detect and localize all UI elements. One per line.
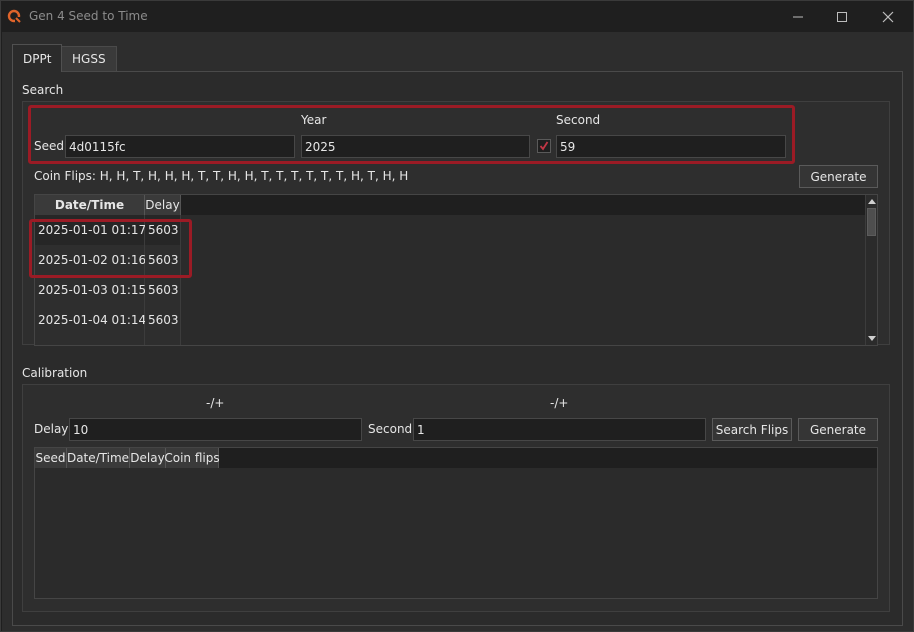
column-header-datetime[interactable]: Date/Time: [35, 195, 145, 215]
close-button[interactable]: [865, 1, 911, 32]
delay-range-label: -/+: [206, 396, 225, 410]
second-label: Second: [556, 113, 601, 127]
column-header-seed[interactable]: Seed: [35, 448, 67, 468]
cell-empty: [145, 335, 181, 345]
year-label: Year: [301, 113, 327, 127]
search-flips-button[interactable]: Search Flips: [712, 418, 792, 441]
column-header-datetime[interactable]: Date/Time: [67, 448, 130, 468]
cell-empty: [35, 335, 145, 345]
table-row[interactable]: 2025-01-03 01:15:59 5603: [35, 275, 181, 305]
minimize-button[interactable]: [775, 1, 821, 32]
seed-label: Seed: [34, 139, 64, 153]
cell-delay: 5603: [145, 245, 181, 275]
calibration-delay-label: Delay: [34, 422, 69, 436]
calibration-generate-button[interactable]: Generate: [798, 418, 878, 441]
cell-datetime: 2025-01-03 01:15:59: [35, 275, 165, 305]
calibration-second-label: Second: [368, 422, 413, 436]
window-title: Gen 4 Seed to Time: [29, 9, 148, 23]
calibration-group-title: Calibration: [22, 366, 88, 380]
search-results-table[interactable]: Date/Time Delay 2025-01-01 01:17:59 5603…: [34, 194, 878, 346]
tab-dppt-label: DPPt: [23, 51, 52, 66]
search-group-title: Search: [22, 83, 64, 97]
close-icon: [882, 11, 894, 22]
maximize-icon: [837, 11, 847, 22]
column-header-delay[interactable]: Delay: [145, 195, 181, 215]
second-input[interactable]: [556, 135, 786, 158]
tab-pane-dppt: Search Year Second Seed Coin Flips: H, H…: [12, 71, 903, 626]
tab-hgss[interactable]: HGSS: [61, 46, 117, 71]
search-table-header: Date/Time Delay: [35, 195, 867, 215]
refresh-circle-icon: [7, 9, 21, 23]
tab-hgss-label: HGSS: [72, 52, 106, 66]
column-header-coin-flips[interactable]: Coin flips: [164, 448, 220, 468]
cell-datetime: 2025-01-01 01:17:59: [35, 215, 165, 245]
table-row: [35, 335, 181, 345]
search-generate-button[interactable]: Generate: [799, 165, 878, 188]
title-bar[interactable]: Gen 4 Seed to Time: [1, 1, 913, 32]
minimize-icon: [793, 16, 803, 17]
second-range-label: -/+: [550, 396, 569, 410]
column-header-delay[interactable]: Delay: [130, 448, 166, 468]
maximize-button[interactable]: [819, 1, 865, 32]
scroll-down-icon: [868, 336, 876, 341]
cell-delay: 5603: [145, 275, 181, 305]
tab-dppt[interactable]: DPPt: [12, 44, 63, 72]
seed-input[interactable]: [65, 135, 295, 158]
search-table-body: 2025-01-01 01:17:59 5603 2025-01-02 01:1…: [35, 215, 181, 345]
calibration-second-input[interactable]: [413, 418, 706, 441]
calibration-table-header: Seed Date/Time Delay Coin flips: [35, 448, 877, 468]
table-row[interactable]: 2025-01-01 01:17:59 5603: [35, 215, 181, 245]
table-row[interactable]: 2025-01-02 01:16:59 5603: [35, 245, 181, 275]
calibration-delay-input[interactable]: [69, 418, 362, 441]
calibration-results-table[interactable]: Seed Date/Time Delay Coin flips: [34, 447, 878, 599]
app-window: Gen 4 Seed to Time DPPt HGSS Search Year…: [0, 0, 914, 632]
checkmark-icon: [539, 141, 549, 151]
cell-delay: 5603: [145, 305, 181, 335]
coin-flips-text: Coin Flips: H, H, T, H, H, H, T, T, H, H…: [34, 169, 409, 183]
client-area: DPPt HGSS Search Year Second Seed Coin F…: [2, 32, 913, 631]
cell-delay: 5603: [145, 215, 181, 245]
vertical-scrollbar[interactable]: [865, 195, 877, 345]
cell-datetime: 2025-01-02 01:16:59: [35, 245, 165, 275]
second-checkbox[interactable]: [537, 139, 551, 153]
table-row[interactable]: 2025-01-04 01:14:59 5603: [35, 305, 181, 335]
scrollbar-thumb[interactable]: [867, 208, 876, 236]
cell-datetime: 2025-01-04 01:14:59: [35, 305, 165, 335]
scroll-up-icon: [868, 199, 876, 204]
year-input[interactable]: [301, 135, 530, 158]
